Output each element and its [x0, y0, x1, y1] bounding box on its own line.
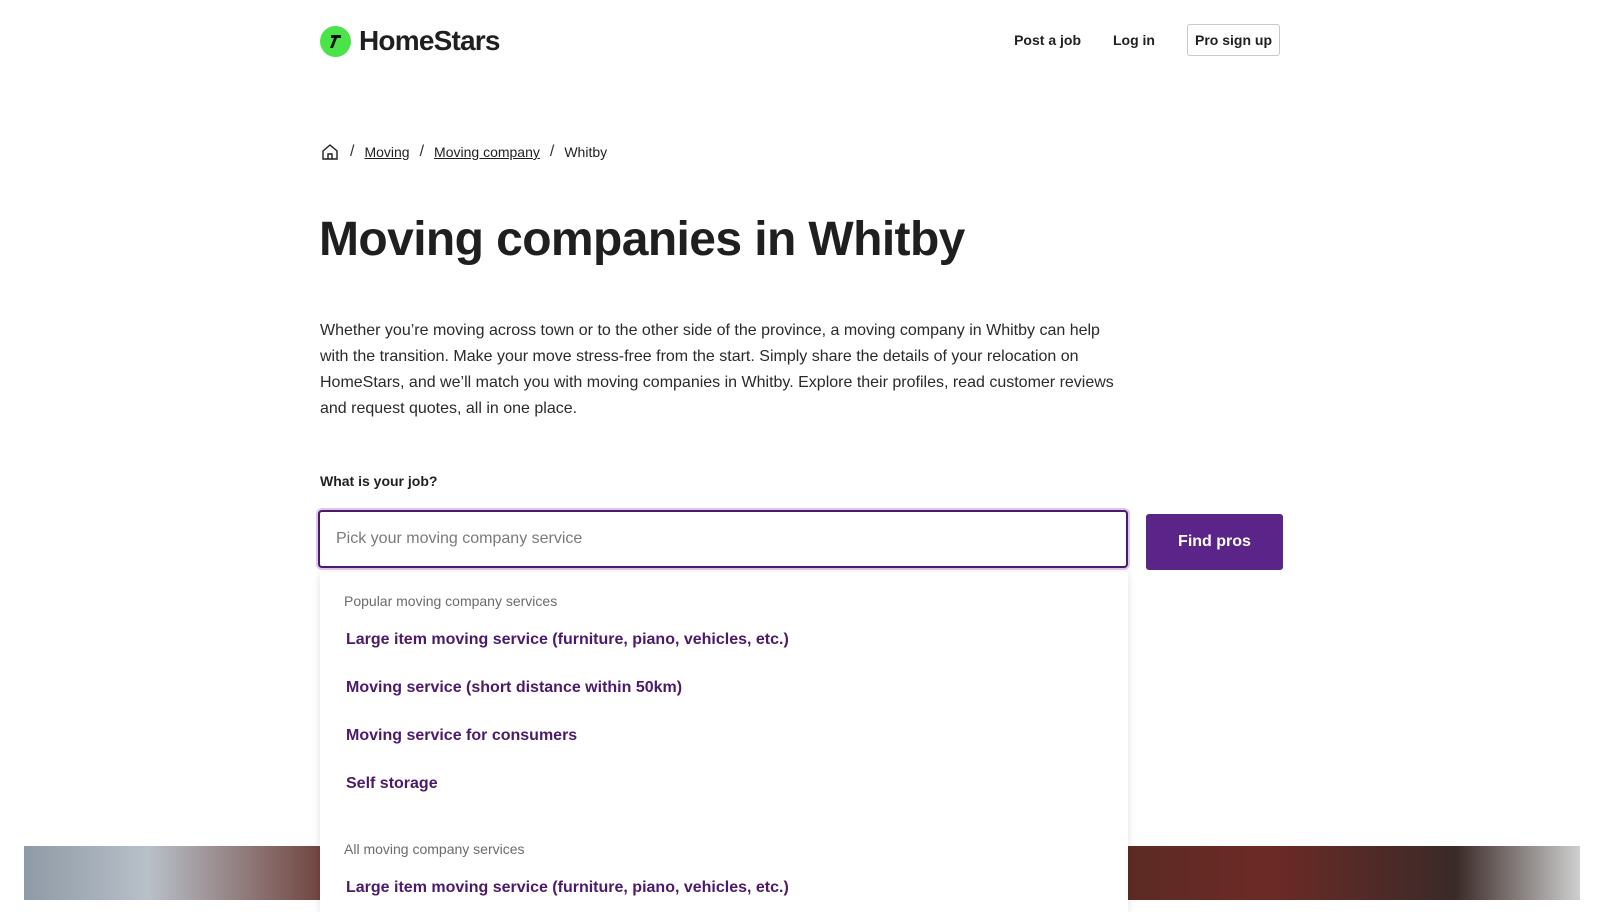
hammer-icon: [320, 25, 351, 57]
breadcrumb-moving[interactable]: Moving: [364, 144, 409, 160]
dropdown-option[interactable]: Large item moving service (furniture, pi…: [320, 864, 1128, 912]
service-search-field[interactable]: [318, 510, 1128, 568]
dropdown-spacer: [320, 808, 1128, 834]
find-pros-button[interactable]: Find pros: [1146, 514, 1283, 570]
job-label: What is your job?: [320, 473, 438, 489]
breadcrumb-current: Whitby: [564, 144, 608, 160]
dropdown-option[interactable]: Moving service for consumers: [320, 712, 1128, 760]
breadcrumb: / Moving / Moving company / Whitby: [320, 142, 607, 162]
page-title: Moving companies in Whitby: [319, 213, 965, 266]
popular-services-heading: Popular moving company services: [344, 593, 558, 609]
breadcrumb-separator: /: [350, 143, 355, 160]
brand-name: HomeStars: [359, 25, 500, 56]
dropdown-option[interactable]: Moving service (short distance within 50…: [320, 664, 1128, 712]
service-dropdown: Popular moving company services Large it…: [320, 572, 1128, 912]
log-in-link[interactable]: Log in: [1113, 32, 1155, 48]
breadcrumb-separator: /: [419, 143, 425, 160]
pro-sign-up-button[interactable]: Pro sign up: [1187, 24, 1280, 56]
homestars-logo[interactable]: HomeStars: [320, 24, 500, 58]
home-icon[interactable]: [320, 142, 340, 162]
dropdown-option[interactable]: Large item moving service (furniture, pi…: [320, 616, 1128, 664]
breadcrumb-moving-company[interactable]: Moving company: [434, 144, 540, 160]
intro-paragraph: Whether you’re moving across town or to …: [320, 322, 1114, 417]
all-services-heading: All moving company services: [344, 841, 525, 857]
service-search-input[interactable]: [320, 512, 1126, 566]
post-job-link[interactable]: Post a job: [1014, 32, 1081, 48]
breadcrumb-separator: /: [549, 143, 555, 160]
dropdown-option[interactable]: Self storage: [320, 760, 1128, 808]
top-nav: Post a job Log in Pro sign up: [1014, 24, 1280, 56]
